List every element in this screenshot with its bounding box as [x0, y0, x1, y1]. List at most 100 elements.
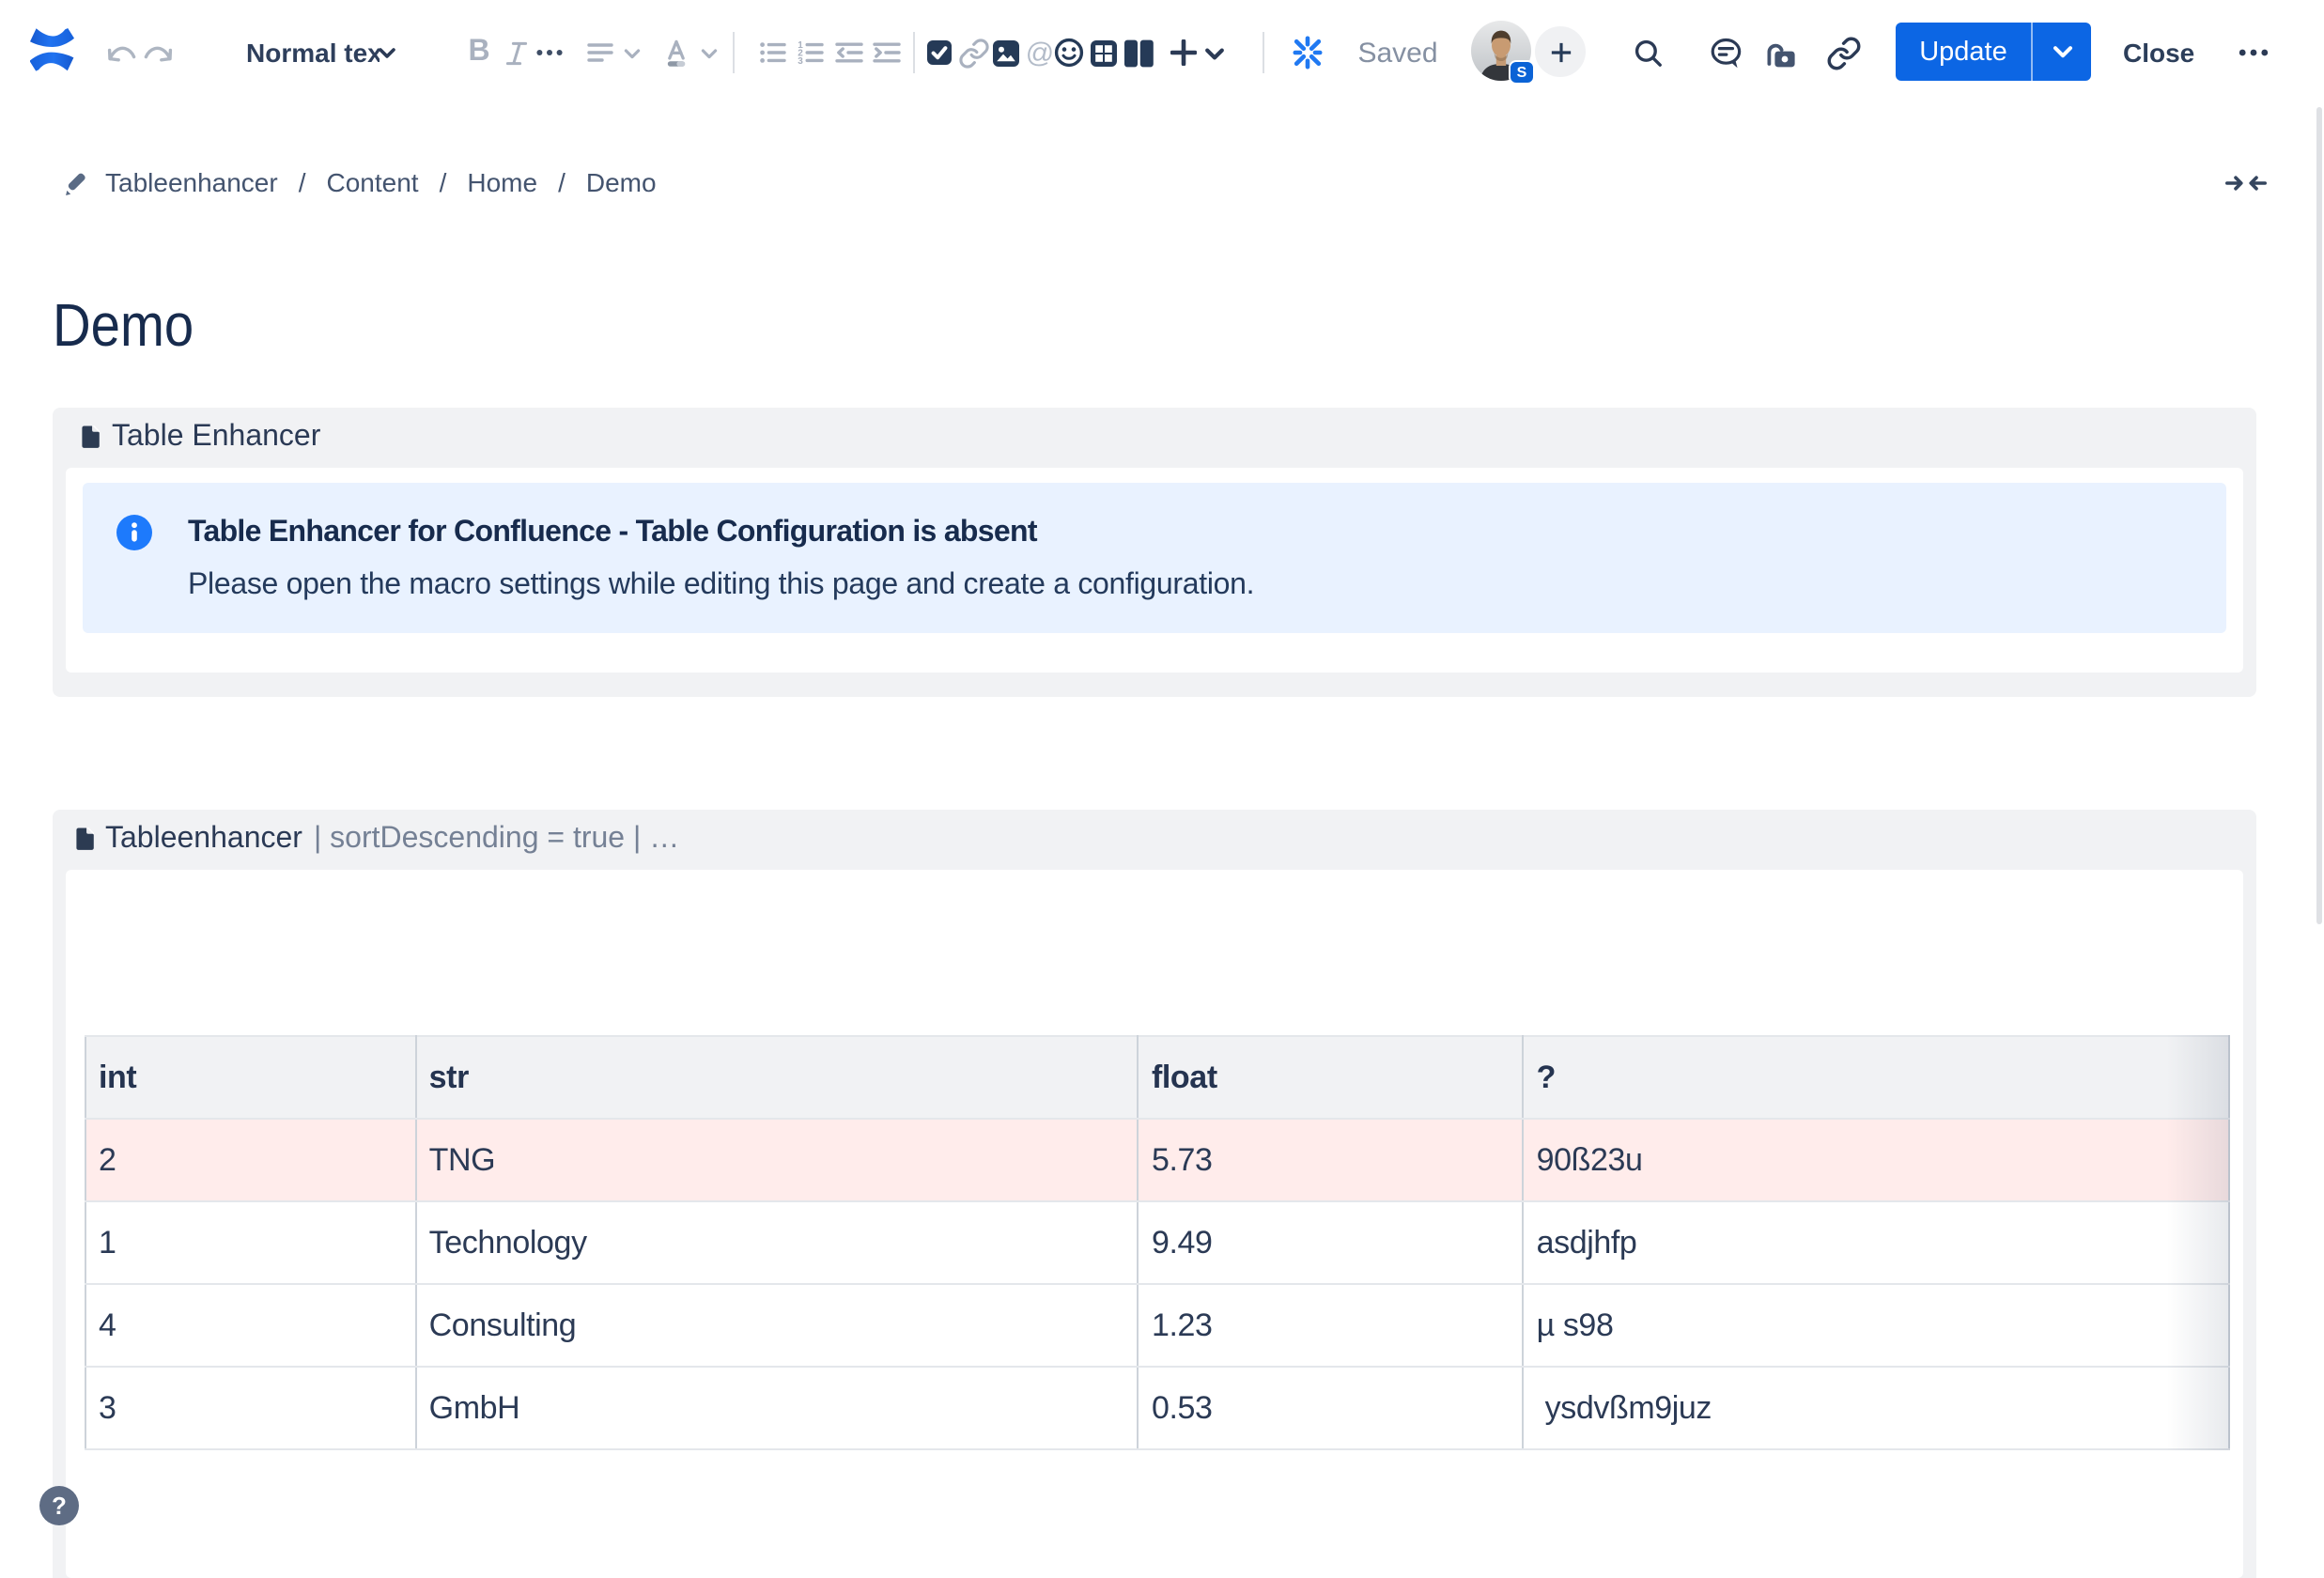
cell[interactable]: 9.49 — [1139, 1201, 1524, 1284]
column-header-str[interactable]: str — [416, 1036, 1139, 1119]
macro-tableenhancer[interactable]: Tableenhancer | sortDescending = true | … — [53, 810, 2256, 1578]
table-row[interactable]: 1 Technology 9.49 asdjhfp — [85, 1201, 2229, 1284]
emoji-button[interactable] — [1054, 0, 1084, 105]
insert-table-button[interactable] — [1090, 0, 1118, 105]
insert-link-button[interactable] — [958, 0, 990, 105]
text-color-button[interactable] — [661, 0, 691, 105]
cell[interactable]: GmbH — [416, 1367, 1139, 1449]
more-formatting-button[interactable] — [535, 0, 564, 105]
avatar[interactable]: S — [1471, 21, 1539, 88]
bold-icon: B — [468, 36, 489, 70]
numbered-list-button[interactable]: 123 — [797, 0, 825, 105]
breadcrumb-separator: / — [299, 167, 306, 197]
close-label: Close — [2123, 38, 2194, 68]
info-icon — [116, 515, 152, 550]
macro-title: Tableenhancer — [105, 823, 302, 857]
page-scrollbar-thumb[interactable] — [2316, 107, 2322, 924]
data-table: int str float ? 2 TNG 5.73 90ß23u — [85, 1035, 2230, 1450]
column-header-int[interactable]: int — [85, 1036, 416, 1119]
comment-button[interactable] — [1710, 0, 1743, 105]
breadcrumb-separator: / — [558, 167, 566, 197]
cell[interactable]: 4 — [85, 1284, 416, 1367]
macro-table-enhancer[interactable]: Table Enhancer Table Enhancer for Conflu… — [53, 408, 2256, 697]
cell[interactable]: 2 — [85, 1119, 416, 1201]
text-style-chevron-icon[interactable] — [376, 0, 398, 105]
invite-button[interactable] — [1535, 26, 1586, 77]
update-button[interactable]: Update — [1896, 23, 2091, 81]
more-actions-button[interactable] — [2238, 0, 2270, 105]
svg-text:3: 3 — [798, 56, 803, 66]
saved-label: Saved — [1357, 37, 1437, 69]
undo-button[interactable] — [105, 0, 139, 105]
info-panel: Table Enhancer for Confluence - Table Co… — [83, 483, 2226, 632]
cell[interactable]: 3 — [85, 1367, 416, 1449]
macro-params: | sortDescending = true | … — [314, 823, 679, 857]
redo-button[interactable] — [141, 0, 175, 105]
info-panel-description: Please open the macro settings while edi… — [188, 565, 1254, 605]
help-label: ? — [52, 1492, 67, 1520]
breadcrumb-item-home[interactable]: Home — [467, 167, 537, 197]
cell[interactable]: Technology — [416, 1201, 1139, 1284]
text-style-label: Normal text — [246, 38, 380, 68]
indent-button[interactable] — [872, 0, 902, 105]
macro-table-enhancer-body: Table Enhancer for Confluence - Table Co… — [66, 468, 2243, 672]
cell[interactable]: 5.73 — [1139, 1119, 1524, 1201]
breadcrumb-row: Tableenhancer / Content / Home / Demo — [0, 160, 2324, 205]
bullet-list-button[interactable] — [759, 0, 787, 105]
task-list-button[interactable] — [926, 0, 953, 105]
breadcrumb-item-content[interactable]: Content — [327, 167, 419, 197]
toolbar-divider — [913, 32, 915, 73]
document-icon — [74, 828, 94, 852]
cell[interactable]: Consulting — [416, 1284, 1139, 1367]
table-row[interactable]: 3 GmbH 0.53 ysdvßm9juz — [85, 1367, 2229, 1449]
update-label: Update — [1896, 37, 2031, 67]
save-status: Saved — [1362, 0, 1433, 105]
update-chevron-icon[interactable] — [2033, 44, 2091, 59]
page-title[interactable]: Demo — [53, 289, 194, 361]
toolbar-divider — [1263, 32, 1264, 73]
table-row[interactable]: 4 Consulting 1.23 µ s98 — [85, 1284, 2229, 1367]
mention-icon: @ — [1026, 37, 1054, 69]
insert-image-button[interactable] — [992, 0, 1020, 105]
cell[interactable]: 1 — [85, 1201, 416, 1284]
collapse-width-button[interactable] — [2224, 171, 2268, 205]
text-align-chevron-icon[interactable] — [622, 0, 643, 105]
text-color-chevron-icon[interactable] — [699, 0, 720, 105]
macro-table-enhancer-header[interactable]: Table Enhancer — [53, 408, 2256, 468]
breadcrumb-item-page[interactable]: Demo — [586, 167, 657, 197]
copy-link-button[interactable] — [1826, 0, 1862, 105]
cell[interactable]: ysdvßm9juz — [1524, 1367, 2229, 1449]
breadcrumb: Tableenhancer / Content / Home / Demo — [105, 160, 657, 205]
italic-button[interactable] — [504, 0, 530, 105]
insert-plus-button[interactable] — [1170, 0, 1197, 105]
cell[interactable]: asdjhfp — [1524, 1201, 2229, 1284]
outdent-button[interactable] — [834, 0, 864, 105]
close-button[interactable]: Close — [2123, 0, 2194, 105]
macro-tableenhancer-body: int str float ? 2 TNG 5.73 90ß23u — [66, 870, 2243, 1578]
help-button[interactable]: ? — [39, 1486, 79, 1525]
insert-chevron-icon[interactable] — [1202, 0, 1227, 105]
table-row[interactable]: 2 TNG 5.73 90ß23u — [85, 1119, 2229, 1201]
breadcrumb-separator: / — [440, 167, 447, 197]
text-align-button[interactable] — [586, 0, 614, 105]
saving-spinner-icon — [1289, 0, 1326, 105]
cell[interactable]: TNG — [416, 1119, 1139, 1201]
edit-pencil-icon — [64, 170, 90, 206]
unlock-button[interactable] — [1764, 0, 1796, 105]
cell[interactable]: 1.23 — [1139, 1284, 1524, 1367]
mention-button[interactable]: @ — [1024, 0, 1056, 105]
document-icon — [81, 425, 101, 450]
search-button[interactable] — [1633, 0, 1665, 105]
column-header-float[interactable]: float — [1139, 1036, 1524, 1119]
layouts-button[interactable] — [1123, 0, 1154, 105]
bold-button[interactable]: B — [464, 0, 494, 105]
confluence-logo-icon — [30, 0, 75, 103]
column-header-question[interactable]: ? — [1524, 1036, 2229, 1119]
cell[interactable]: 90ß23u — [1524, 1119, 2229, 1201]
cell[interactable]: µ s98 — [1524, 1284, 2229, 1367]
macro-tableenhancer-header[interactable]: Tableenhancer | sortDescending = true | … — [53, 810, 2256, 870]
cell[interactable]: 0.53 — [1139, 1367, 1524, 1449]
breadcrumb-item-space[interactable]: Tableenhancer — [105, 167, 278, 197]
text-style-dropdown[interactable]: Normal text — [246, 0, 380, 105]
macro-title: Table Enhancer — [112, 421, 320, 455]
